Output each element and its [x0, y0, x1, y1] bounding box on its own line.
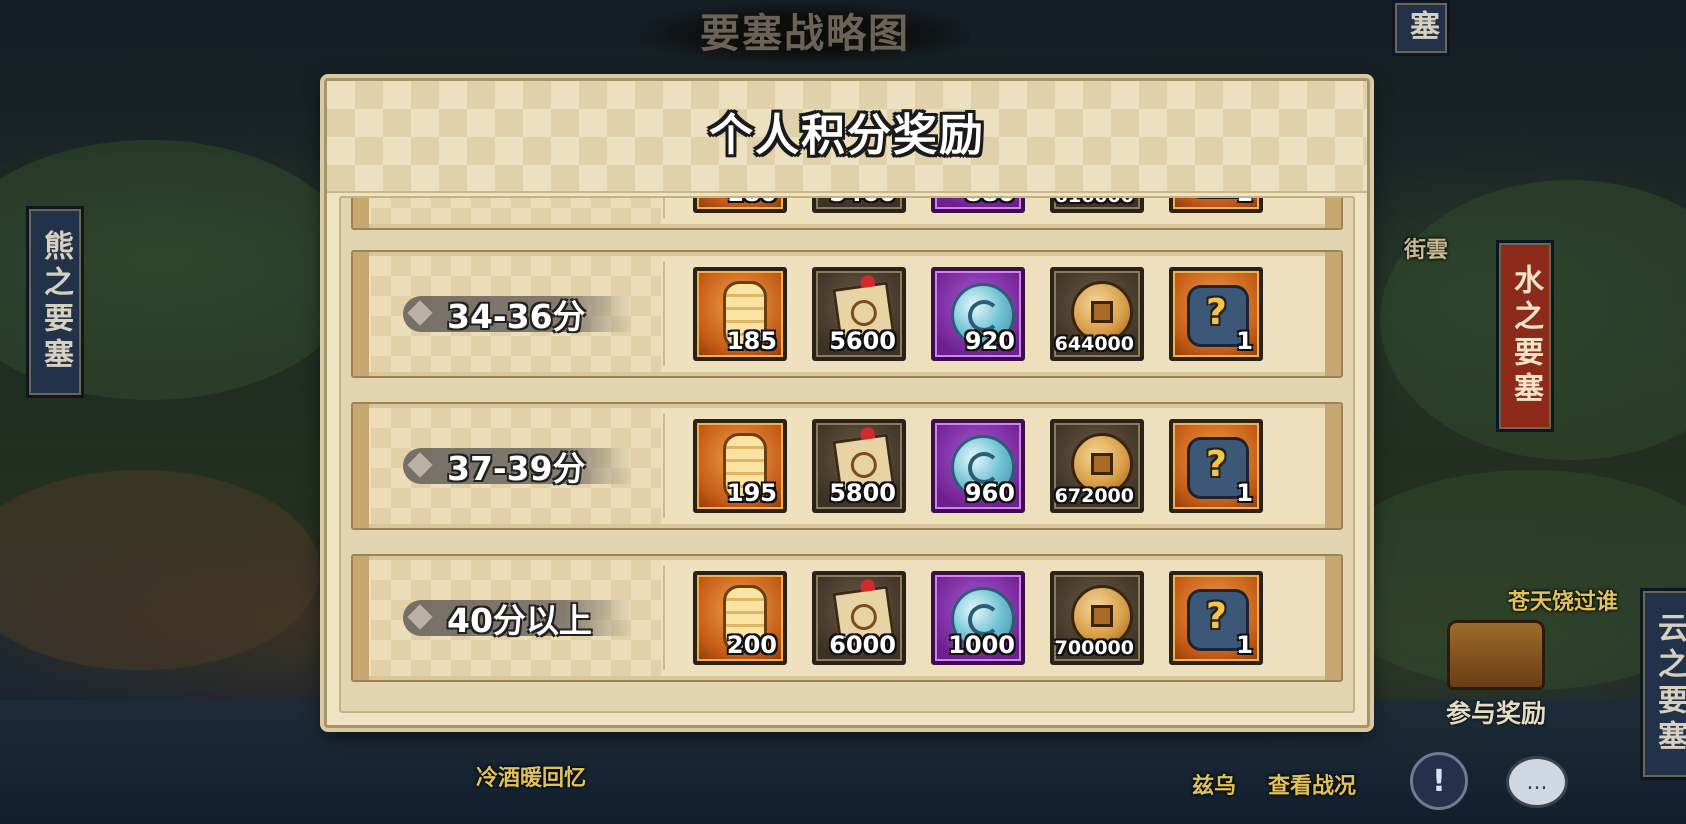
- treasure-chest-icon: [1447, 620, 1545, 690]
- score-range-label: 34-36分: [403, 292, 633, 336]
- reward-item-scroll[interactable]: 185: [693, 267, 787, 361]
- reward-quantity: 6000: [829, 631, 896, 659]
- reward-items: 185 5600 920 644000 ? 1: [693, 267, 1263, 361]
- reward-quantity: 700000: [1054, 637, 1134, 659]
- reward-item-scroll[interactable]: 195: [693, 419, 787, 513]
- reward-items: 200 6000 1000 700000 ? 1: [693, 571, 1263, 665]
- row-edge: [1325, 556, 1341, 680]
- participation-reward-label: 参与奖励: [1446, 699, 1547, 728]
- fortress-banner-right[interactable]: 云之要塞: [1640, 588, 1686, 780]
- row-edge: [1325, 198, 1341, 228]
- fortress-banner-bear[interactable]: 熊之要塞: [26, 206, 84, 398]
- score-range-text: 37-39分: [447, 449, 586, 488]
- reward-quantity: 195: [726, 479, 777, 507]
- reward-item-mystery-bag[interactable]: ?1: [1169, 267, 1263, 361]
- map-title: 要塞战略图: [640, 4, 970, 64]
- reward-item-paper[interactable]: 5600: [812, 267, 906, 361]
- reward-quantity: 1: [1236, 327, 1253, 355]
- reward-quantity: 1: [1236, 631, 1253, 659]
- reward-quantity: 5600: [829, 327, 896, 355]
- reward-quantity: 180: [727, 198, 777, 207]
- reward-item-coin[interactable]: 644000: [1050, 267, 1144, 361]
- row-pattern: [371, 198, 661, 224]
- reward-item-mystery-bag[interactable]: ?1: [1169, 571, 1263, 665]
- reward-item-paper[interactable]: 5400: [812, 198, 906, 213]
- personal-score-reward-panel: 个人积分奖励 180 5400 880 616000 ?1 34-36分 185 5600 92…: [324, 78, 1370, 728]
- reward-item-yinyang-stone[interactable]: 1000: [931, 571, 1025, 665]
- map-hill: [0, 470, 320, 670]
- reward-quantity: 616000: [1054, 196, 1134, 207]
- reward-item-paper[interactable]: 6000: [812, 571, 906, 665]
- reward-quantity: 5400: [829, 198, 896, 207]
- row-edge: [353, 556, 369, 680]
- row-edge: [353, 252, 369, 376]
- reward-item-coin[interactable]: 700000: [1050, 571, 1144, 665]
- row-edge: [1325, 404, 1341, 528]
- panel-title: 个人积分奖励: [709, 110, 985, 161]
- reward-quantity: 672000: [1054, 485, 1134, 507]
- exclamation-icon: !: [1432, 763, 1446, 799]
- row-divider: [663, 414, 665, 518]
- reward-quantity: 185: [726, 327, 777, 355]
- reward-row: 180 5400 880 616000 ?1: [351, 196, 1343, 230]
- fortress-banner-water[interactable]: 水之要塞: [1496, 240, 1554, 432]
- reward-quantity: 960: [964, 479, 1015, 507]
- map-label-lengjiu[interactable]: 冷酒暖回忆: [476, 760, 586, 792]
- reward-item-yinyang-stone[interactable]: 920: [931, 267, 1025, 361]
- reward-items: 195 5800 960 672000 ? 1: [693, 419, 1263, 513]
- map-label-zizi[interactable]: 兹乌: [1192, 768, 1236, 800]
- help-button[interactable]: !: [1410, 752, 1468, 810]
- participation-reward-button[interactable]: 参与奖励: [1446, 620, 1546, 730]
- row-edge: [1325, 252, 1341, 376]
- reward-quantity: 644000: [1054, 333, 1134, 355]
- reward-item-paper[interactable]: 5800: [812, 419, 906, 513]
- score-range-text: 40分以上: [447, 601, 592, 640]
- reward-item-scroll[interactable]: 180: [693, 198, 787, 213]
- reward-quantity: 920: [964, 327, 1015, 355]
- row-edge: [353, 198, 369, 228]
- score-range-label: 37-39分: [403, 444, 633, 488]
- reward-items: 180 5400 880 616000 ?1: [693, 196, 1263, 213]
- reward-quantity: 880: [965, 198, 1015, 207]
- score-range-text: 34-36分: [447, 297, 586, 336]
- reward-item-coin[interactable]: 616000: [1050, 196, 1144, 213]
- reward-item-yinyang-stone[interactable]: 960: [931, 419, 1025, 513]
- reward-quantity: 200: [726, 631, 777, 659]
- reward-quantity: 1: [1236, 479, 1253, 507]
- reward-item-scroll[interactable]: 200: [693, 571, 787, 665]
- map-label-cangtian[interactable]: 苍天饶过谁: [1508, 584, 1618, 616]
- reward-item-mystery-bag[interactable]: ?1: [1169, 419, 1263, 513]
- row-edge: [353, 404, 369, 528]
- row-divider: [663, 198, 665, 218]
- map-label-jieyun[interactable]: 街雲: [1404, 232, 1448, 264]
- reward-quantity: 5800: [829, 479, 896, 507]
- reward-list[interactable]: 180 5400 880 616000 ?1 34-36分 185 5600 920 644000…: [339, 196, 1355, 713]
- reward-quantity: 1000: [948, 631, 1015, 659]
- fortress-banner-top[interactable]: 塞: [1392, 0, 1450, 56]
- row-divider: [663, 566, 665, 670]
- chat-bubble-icon: ...: [1526, 769, 1548, 795]
- reward-quantity: 1: [1236, 198, 1253, 207]
- reward-item-mystery-bag[interactable]: ?1: [1169, 198, 1263, 213]
- reward-item-yinyang-stone[interactable]: 880: [931, 198, 1025, 213]
- score-range-label: 40分以上: [403, 596, 633, 640]
- reward-row: 40分以上 200 6000 1000 700000 ? 1: [351, 554, 1343, 682]
- view-battle-button[interactable]: 查看战况: [1268, 768, 1356, 800]
- reward-item-coin[interactable]: 672000: [1050, 419, 1144, 513]
- reward-row: 37-39分 195 5800 960 672000 ? 1: [351, 402, 1343, 530]
- chat-button[interactable]: ...: [1506, 756, 1568, 808]
- reward-row: 34-36分 185 5600 920 644000 ? 1: [351, 250, 1343, 378]
- row-divider: [663, 262, 665, 366]
- panel-header: 个人积分奖励: [327, 81, 1367, 193]
